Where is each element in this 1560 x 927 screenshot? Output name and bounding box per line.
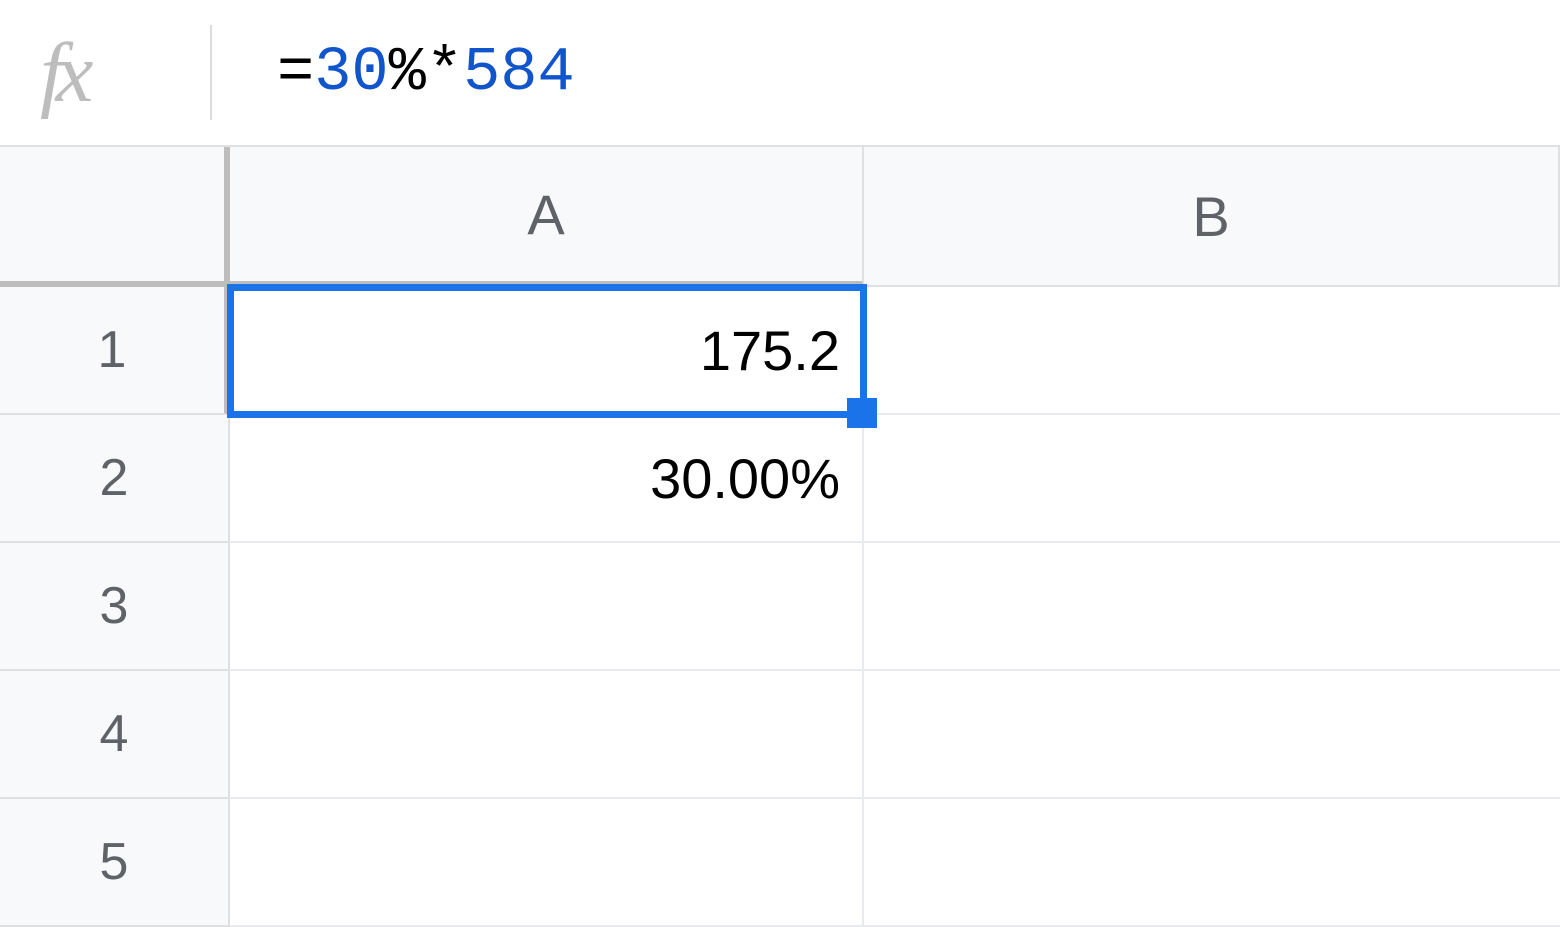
row-header-1[interactable]: 1 bbox=[0, 287, 230, 415]
fill-handle[interactable] bbox=[847, 398, 877, 428]
fx-icon: fx bbox=[40, 24, 180, 122]
row-header-3[interactable]: 3 bbox=[0, 543, 230, 671]
cell-b4[interactable] bbox=[864, 671, 1560, 799]
column-header-b[interactable]: B bbox=[864, 147, 1560, 287]
formula-bar: fx =30%*584 bbox=[0, 0, 1560, 145]
cell-value: 175.2 bbox=[700, 318, 840, 383]
cell-a4[interactable] bbox=[230, 671, 864, 799]
cell-b5[interactable] bbox=[864, 799, 1560, 927]
select-all-corner[interactable] bbox=[0, 147, 230, 287]
row-header-4[interactable]: 4 bbox=[0, 671, 230, 799]
formula-input[interactable]: =30%*584 bbox=[277, 37, 575, 108]
row-header-5[interactable]: 5 bbox=[0, 799, 230, 927]
cell-b3[interactable] bbox=[864, 543, 1560, 671]
cell-b1[interactable] bbox=[864, 287, 1560, 415]
column-header-a[interactable]: A bbox=[230, 147, 864, 287]
cell-a2[interactable]: 30.00% bbox=[230, 415, 864, 543]
formula-number-2: 584 bbox=[463, 37, 575, 108]
row-header-2[interactable]: 2 bbox=[0, 415, 230, 543]
spreadsheet-grid: A B 1 175.2 2 30.00% 3 4 5 bbox=[0, 145, 1560, 927]
cell-b2[interactable] bbox=[864, 415, 1560, 543]
cell-a1[interactable]: 175.2 bbox=[230, 287, 864, 415]
formula-divider bbox=[210, 25, 212, 120]
formula-operator: %* bbox=[389, 37, 463, 108]
formula-equals: = bbox=[277, 37, 314, 108]
cell-a5[interactable] bbox=[230, 799, 864, 927]
cell-a3[interactable] bbox=[230, 543, 864, 671]
formula-number-1: 30 bbox=[314, 37, 388, 108]
